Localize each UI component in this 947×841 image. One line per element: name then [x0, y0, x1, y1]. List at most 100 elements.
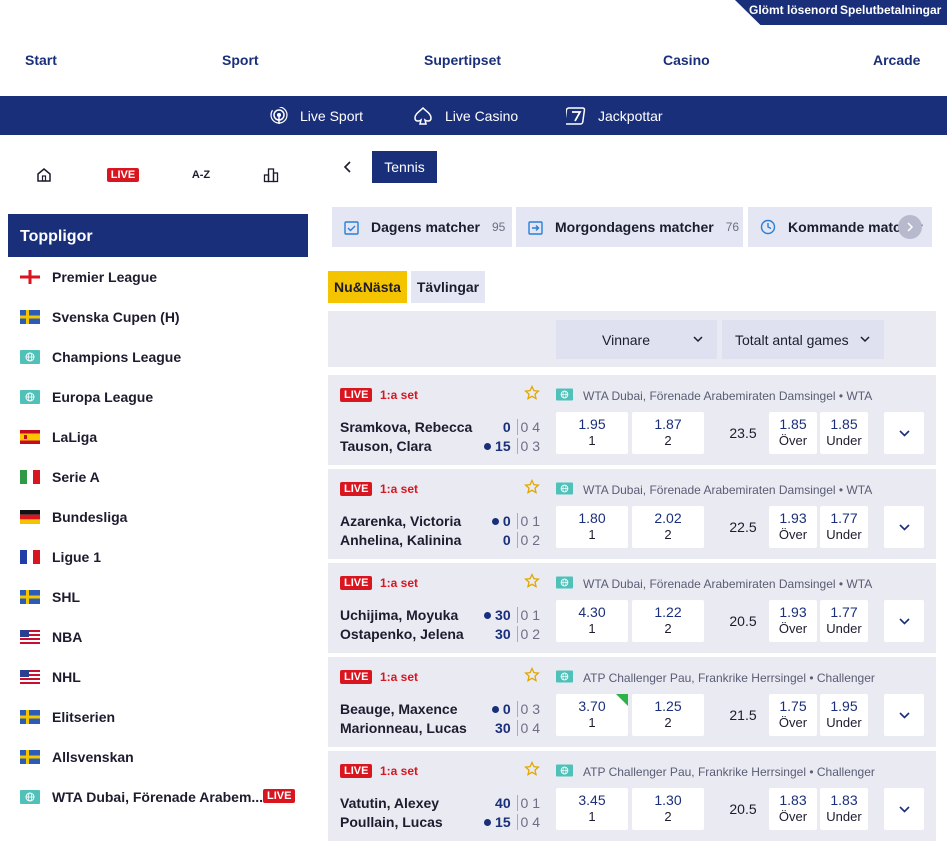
live-badge: LIVE: [106, 168, 140, 182]
odds-over[interactable]: 1.93 Över: [769, 600, 817, 642]
odds-under[interactable]: 1.77 Under: [820, 600, 868, 642]
live-badge: LIVE: [340, 388, 373, 402]
favorite-star-icon[interactable]: [524, 572, 540, 594]
expand-match-button[interactable]: [884, 506, 924, 548]
sidebar-league-item[interactable]: SHL: [20, 587, 300, 607]
filter-tomorrow[interactable]: Morgondagens matcher 76: [516, 207, 743, 247]
odds-over[interactable]: 1.85 Över: [769, 412, 817, 454]
odds-under[interactable]: 1.85 Under: [820, 412, 868, 454]
odds-player-1[interactable]: 3.70 1: [556, 694, 628, 736]
odds-under[interactable]: 1.95 Under: [820, 694, 868, 736]
sidebar-league-item[interactable]: Europa League: [20, 387, 300, 407]
filter-label: Morgondagens matcher: [555, 219, 714, 235]
sidebar-league-item[interactable]: WTA Dubai, Förenade Arabem... LIVE: [20, 787, 300, 807]
sub-nav-live-casino[interactable]: Live Casino: [413, 96, 518, 135]
odds-player-2[interactable]: 1.30 2: [632, 788, 704, 830]
home-icon: [37, 168, 51, 182]
stats-button[interactable]: [262, 166, 280, 184]
player-1-score: 0 0 1: [478, 513, 540, 529]
match-card[interactable]: LIVE 1:a set WTA Dubai, Förenade Arabemira…: [328, 375, 936, 465]
odds-player-2[interactable]: 1.22 2: [632, 600, 704, 642]
winner-market-select[interactable]: Vinnare: [556, 320, 717, 359]
top-leagues-header: Toppligor: [8, 214, 308, 257]
expand-match-button[interactable]: [884, 788, 924, 830]
sidebar-league-item[interactable]: Serie A: [20, 467, 300, 487]
odds-over[interactable]: 1.93 Över: [769, 506, 817, 548]
live-button[interactable]: LIVE: [106, 166, 140, 184]
sidebar-league-item[interactable]: Premier League: [20, 267, 300, 287]
nav-sport[interactable]: Sport: [222, 52, 259, 68]
nav-supertipset[interactable]: Supertipset: [424, 52, 501, 68]
match-card[interactable]: LIVE 1:a set ATP Challenger Pau, Frankrike…: [328, 751, 936, 841]
sub-nav-live-sport[interactable]: Live Sport: [270, 96, 363, 135]
competition-name: ATP Challenger Pau, Frankrike Herrsingel…: [556, 670, 934, 686]
globe-icon: [556, 764, 573, 780]
league-name: Allsvenskan: [52, 749, 134, 765]
odds-player-1[interactable]: 3.45 1: [556, 788, 628, 830]
sub-nav-label: Jackpottar: [598, 107, 663, 124]
player-1: Beauge, Maxence: [340, 701, 458, 717]
expand-match-button[interactable]: [884, 694, 924, 736]
match-set: 1:a set: [380, 576, 419, 590]
scroll-right-button[interactable]: [898, 215, 922, 239]
odds-player-2[interactable]: 2.02 2: [632, 506, 704, 548]
player-1-score: 30 0 1: [478, 607, 540, 623]
odds-player-1[interactable]: 1.95 1: [556, 412, 628, 454]
match-card[interactable]: LIVE 1:a set WTA Dubai, Förenade Arabemira…: [328, 469, 936, 559]
odds-under[interactable]: 1.77 Under: [820, 506, 868, 548]
sub-nav-label: Live Casino: [445, 107, 519, 124]
favorite-star-icon[interactable]: [524, 478, 540, 500]
globe-icon: [556, 670, 573, 686]
league-name: Champions League: [52, 349, 182, 365]
sidebar-league-item[interactable]: Svenska Cupen (H): [20, 307, 300, 327]
pill-competitions[interactable]: Tävlingar: [411, 271, 485, 303]
sidebar-league-item[interactable]: Ligue 1: [20, 547, 300, 567]
az-button[interactable]: A-Z: [190, 166, 212, 184]
odds-under[interactable]: 1.83 Under: [820, 788, 868, 830]
sidebar-league-item[interactable]: Bundesliga: [20, 507, 300, 527]
odds-over[interactable]: 1.83 Över: [769, 788, 817, 830]
sidebar-league-item[interactable]: NHL: [20, 667, 300, 687]
league-name: NBA: [52, 629, 83, 645]
tab-tennis[interactable]: Tennis: [372, 151, 437, 183]
odds-player-2[interactable]: 1.87 2: [632, 412, 704, 454]
sidebar-league-item[interactable]: Elitserien: [20, 707, 300, 727]
match-card[interactable]: LIVE 1:a set WTA Dubai, Förenade Arabemira…: [328, 563, 936, 653]
odds-up-indicator: [616, 694, 628, 706]
market-label: Totalt antal games: [735, 331, 849, 348]
favorite-star-icon[interactable]: [524, 384, 540, 406]
total-games-market-select[interactable]: Totalt antal games: [722, 320, 884, 359]
nav-casino[interactable]: Casino: [663, 52, 710, 68]
odds-over[interactable]: 1.75 Över: [769, 694, 817, 736]
sidebar-league-item[interactable]: NBA: [20, 627, 300, 647]
payments-link[interactable]: Spelutbetalningar: [840, 3, 941, 17]
odds-player-1[interactable]: 1.80 1: [556, 506, 628, 548]
back-button[interactable]: [333, 152, 363, 182]
expand-match-button[interactable]: [884, 600, 924, 642]
sweden-flag-icon: [20, 750, 40, 764]
spain-flag-icon: [20, 430, 40, 444]
expand-match-button[interactable]: [884, 412, 924, 454]
odds-player-2[interactable]: 1.25 2: [632, 694, 704, 736]
sub-nav-jackpots[interactable]: Jackpottar: [566, 96, 663, 135]
sidebar-league-item[interactable]: Champions League: [20, 347, 300, 367]
forgot-password-link[interactable]: Glömt lösenord: [749, 3, 838, 17]
favorite-star-icon[interactable]: [524, 760, 540, 782]
nav-arcade[interactable]: Arcade: [873, 52, 920, 68]
nav-start[interactable]: Start: [25, 52, 57, 68]
globe-flag-icon: [20, 790, 40, 804]
sidebar-league-item[interactable]: Allsvenskan: [20, 747, 300, 767]
odds-player-1[interactable]: 4.30 1: [556, 600, 628, 642]
seven-icon: [566, 106, 586, 125]
player-1: Uchijima, Moyuka: [340, 607, 459, 623]
chevron-down-icon: [860, 336, 870, 343]
chevron-down-icon: [898, 805, 910, 813]
usa-flag-icon: [20, 630, 40, 644]
home-button[interactable]: [34, 166, 54, 184]
match-card[interactable]: LIVE 1:a set ATP Challenger Pau, Frankrike…: [328, 657, 936, 747]
sidebar-league-item[interactable]: LaLiga: [20, 427, 300, 447]
league-name: Bundesliga: [52, 509, 128, 525]
favorite-star-icon[interactable]: [524, 666, 540, 688]
pill-now-next[interactable]: Nu&Nästa: [328, 271, 407, 303]
filter-today[interactable]: Dagens matcher 95: [332, 207, 512, 247]
